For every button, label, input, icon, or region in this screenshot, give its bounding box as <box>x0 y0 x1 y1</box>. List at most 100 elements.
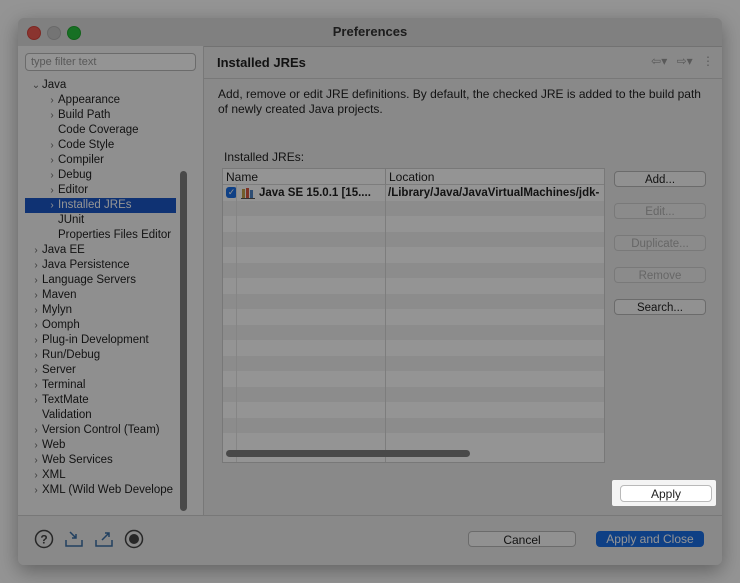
chevron-right-icon[interactable]: › <box>30 423 42 438</box>
tree-vertical-scrollbar[interactable] <box>180 171 187 511</box>
chevron-right-icon[interactable]: › <box>30 438 42 453</box>
tree-item-label: Plug-in Development <box>42 334 149 346</box>
tree-item[interactable]: › Mylyn <box>18 303 72 318</box>
tree-item[interactable]: › Installed JREs <box>25 198 176 213</box>
tree-item[interactable]: › Java EE <box>18 243 85 258</box>
apply-and-close-button[interactable]: Apply and Close <box>596 531 704 547</box>
page-description: Add, remove or edit JRE definitions. By … <box>218 87 701 116</box>
tree-item[interactable]: › Version Control (Team) <box>18 423 160 438</box>
tree-item-label: Java EE <box>42 244 85 256</box>
tree-item[interactable]: JUnit <box>18 213 84 228</box>
chevron-right-icon[interactable]: › <box>46 198 58 213</box>
chevron-right-icon[interactable]: › <box>30 378 42 393</box>
tree-item[interactable]: › Web <box>18 438 65 453</box>
chevron-right-icon[interactable]: › <box>30 273 42 288</box>
chevron-right-icon[interactable]: › <box>30 363 42 378</box>
tree-item[interactable]: Code Coverage <box>18 123 139 138</box>
tree-item[interactable]: › Terminal <box>18 378 85 393</box>
table-row <box>223 340 604 355</box>
tree-item-label: Code Coverage <box>58 124 139 136</box>
tree-item-label: Validation <box>42 409 92 421</box>
tree-item[interactable]: › Java Persistence <box>18 258 129 273</box>
tree-item[interactable]: › Maven <box>18 288 76 303</box>
window-title: Preferences <box>332 24 408 39</box>
chevron-right-icon[interactable]: › <box>46 168 58 183</box>
edit-button[interactable]: Edit... <box>614 203 706 219</box>
tree-item[interactable]: › Code Style <box>18 138 114 153</box>
dialog-footer: ? Cancel Apply and Close <box>18 515 722 565</box>
tree-item[interactable]: › XML <box>18 468 65 483</box>
record-icon[interactable] <box>124 529 144 549</box>
column-header-name[interactable]: Name <box>223 169 386 185</box>
tree-item-label: Properties Files Editor <box>58 229 172 241</box>
add-button[interactable]: Add... <box>614 171 706 187</box>
tree-item[interactable]: Validation <box>18 408 92 423</box>
chevron-down-icon[interactable]: ⌄ <box>30 78 42 93</box>
view-menu-icon[interactable]: ⋮ <box>702 54 714 68</box>
chevron-right-icon[interactable]: › <box>30 393 42 408</box>
tree-item[interactable]: › Plug-in Development <box>18 333 149 348</box>
table-row <box>223 417 604 433</box>
chevron-right-icon[interactable]: › <box>46 93 58 108</box>
installed-jres-table[interactable]: Name Location ✓ Java SE 15.0.1 [15..../Li… <box>222 168 605 463</box>
chevron-right-icon[interactable]: › <box>46 153 58 168</box>
tree-item-label: Version Control (Team) <box>42 424 160 436</box>
tree-item[interactable]: › Run/Debug <box>18 348 100 363</box>
help-icon[interactable]: ? <box>34 529 54 549</box>
cancel-button[interactable]: Cancel <box>468 531 576 547</box>
tree-item[interactable]: › XML (Wild Web Develope <box>18 483 173 498</box>
tree-item-label: Appearance <box>58 94 121 106</box>
chevron-right-icon[interactable]: › <box>30 453 42 468</box>
tree-item[interactable]: › Appearance <box>18 93 120 108</box>
import-icon[interactable] <box>64 529 84 549</box>
chevron-right-icon[interactable]: › <box>30 333 42 348</box>
tree-item[interactable]: › TextMate <box>18 393 88 408</box>
svg-text:?: ? <box>40 533 47 547</box>
tree-item[interactable]: › Editor <box>18 183 88 198</box>
tree-item[interactable]: › Language Servers <box>18 273 136 288</box>
chevron-right-icon[interactable]: › <box>46 138 58 153</box>
tree-item[interactable]: ⌄ Java <box>18 78 67 93</box>
tree-item-label: Run/Debug <box>42 349 101 361</box>
back-arrow-icon[interactable]: ⇦▾ <box>651 54 667 68</box>
tree-item-label: Web Services <box>42 454 113 466</box>
remove-button[interactable]: Remove <box>614 267 706 283</box>
tree-item[interactable]: Properties Files Editor <box>18 228 171 243</box>
duplicate-button[interactable]: Duplicate... <box>614 235 706 251</box>
chevron-right-icon[interactable]: › <box>46 183 58 198</box>
table-row[interactable]: ✓ Java SE 15.0.1 [15..../Library/Java/Jav… <box>223 185 604 200</box>
table-horizontal-scrollbar[interactable] <box>226 450 470 457</box>
tree-item[interactable]: › Build Path <box>18 108 110 123</box>
table-row <box>223 231 604 247</box>
preferences-tree-pane: type filter text ⌄ Java › Appearance › Build … <box>18 46 204 527</box>
tree-item[interactable]: › Oomph <box>18 318 79 333</box>
table-row <box>223 278 604 293</box>
chevron-right-icon[interactable]: › <box>30 243 42 258</box>
chevron-right-icon[interactable]: › <box>30 483 42 498</box>
tree-item[interactable]: › Compiler <box>18 153 104 168</box>
chevron-right-icon[interactable]: › <box>30 303 42 318</box>
forward-arrow-icon[interactable]: ⇨▾ <box>677 54 693 68</box>
tree-item[interactable]: › Web Services <box>18 453 113 468</box>
chevron-right-icon[interactable]: › <box>30 348 42 363</box>
tree-item[interactable]: › Server <box>18 363 76 378</box>
tree-item-label: Mylyn <box>42 304 73 316</box>
installed-jres-label: Installed JREs: <box>224 150 305 164</box>
apply-button[interactable]: Apply <box>620 485 712 502</box>
table-row <box>223 433 604 448</box>
search-button[interactable]: Search... <box>614 299 706 315</box>
tree-item[interactable]: › Debug <box>18 168 92 183</box>
tree-item-label: Debug <box>58 169 92 181</box>
chevron-right-icon[interactable]: › <box>30 318 42 333</box>
chevron-right-icon[interactable]: › <box>30 468 42 483</box>
table-row <box>223 247 604 262</box>
filter-input[interactable]: type filter text <box>25 53 196 71</box>
chevron-right-icon[interactable]: › <box>30 258 42 273</box>
table-row <box>223 309 604 324</box>
export-icon[interactable] <box>94 529 114 549</box>
tree-item-label: JUnit <box>58 214 85 226</box>
preference-page: Installed JREs ⇦▾ ⇨▾ ⋮ Add, remove or ed… <box>204 46 722 515</box>
chevron-right-icon[interactable]: › <box>46 108 58 123</box>
column-header-location[interactable]: Location <box>386 169 604 185</box>
chevron-right-icon[interactable]: › <box>30 288 42 303</box>
